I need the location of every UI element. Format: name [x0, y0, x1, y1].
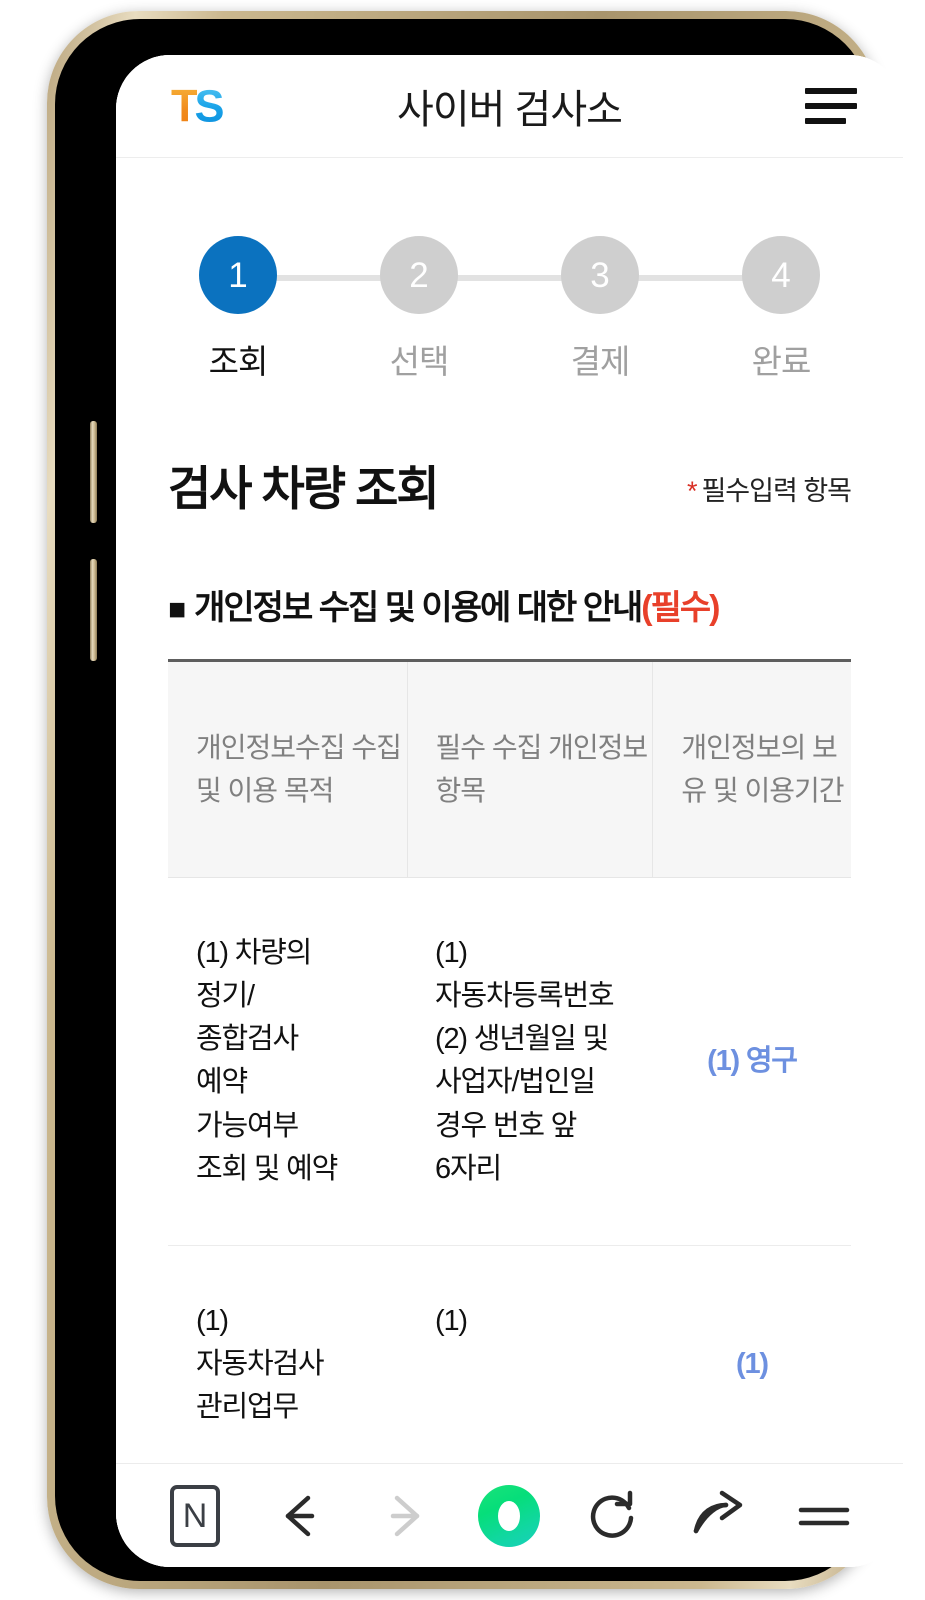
site-title: 사이버 검사소	[397, 88, 623, 132]
hamburger-line	[805, 118, 846, 124]
ts-logo[interactable]: TS	[171, 80, 225, 132]
reload-icon	[591, 1490, 634, 1538]
page-title-row: 검사 차량 조회 * 필수입력 항목	[168, 462, 852, 515]
cell-purpose: (1) 자동차검사 관리업무	[168, 1245, 408, 1463]
arrow-left-icon	[285, 1495, 315, 1536]
share-arrow-icon	[693, 1490, 743, 1533]
step-item-2[interactable]: 2 선택	[355, 236, 483, 383]
page-body: 1 조회 2 선택 3 결제 4 완료 검사 차량 조회 * 필수입력 항목 ■…	[116, 158, 903, 1463]
cell-period: (1)	[652, 1245, 851, 1463]
browser-toolbar: N	[116, 1463, 903, 1567]
step-item-1[interactable]: 1 조회	[174, 236, 302, 383]
naver-app-button[interactable]: N	[158, 1479, 232, 1553]
step-label-3: 결제	[570, 343, 631, 380]
privacy-section-heading: ■ 개인정보 수집 및 이용에 대한 안내(필수)	[168, 580, 851, 629]
cell-items: (1)	[407, 1245, 653, 1463]
volume-down-button[interactable]	[90, 559, 97, 661]
table-row: (1) 자동차검사 관리업무 (1) (1)	[168, 1245, 851, 1463]
step-label-2: 선택	[389, 343, 450, 380]
step-circle-4: 4	[742, 236, 820, 314]
hamburger-line	[805, 88, 857, 94]
volume-up-button[interactable]	[90, 421, 97, 523]
table-header-purpose: 개인정보수집 수집 및 이용 목적	[168, 659, 408, 878]
browser-menu-button[interactable]	[787, 1479, 861, 1553]
square-bullet-icon: ■	[168, 593, 186, 626]
table-header-items: 필수 수집 개인정보 항목	[407, 659, 654, 878]
browser-hamburger-icon	[798, 1507, 850, 1525]
required-note-text: 필수입력 항목	[701, 476, 852, 506]
step-item-4[interactable]: 4 완료	[717, 236, 845, 383]
phone-frame: TS 사이버 검사소 1 조회 2 선택 3 결제 4 완료 검사 차량 조회 …	[47, 11, 903, 1589]
step-circle-3: 3	[561, 236, 639, 314]
share-button[interactable]	[682, 1479, 756, 1553]
cell-items: (1) 자동차등록번호 (2) 생년월일 및 사업자/법인일 경우 번호 앞 6…	[407, 877, 653, 1247]
naver-circle-hole	[498, 1500, 521, 1531]
required-field-note: * 필수입력 항목	[686, 469, 852, 512]
hamburger-line	[805, 103, 857, 109]
page-title: 검사 차량 조회	[168, 462, 440, 515]
back-button[interactable]	[263, 1479, 337, 1553]
site-header: TS 사이버 검사소	[116, 55, 903, 158]
phone-screen: TS 사이버 검사소 1 조회 2 선택 3 결제 4 완료 검사 차량 조회 …	[116, 55, 903, 1567]
app-root: TS 사이버 검사소 1 조회 2 선택 3 결제 4 완료 검사 차량 조회 …	[116, 55, 903, 1567]
naver-home-button[interactable]	[472, 1479, 546, 1553]
step-circle-2: 2	[380, 236, 458, 314]
cell-purpose: (1) 차량의 정기/ 종합검사 예약 가능여부 조회 및 예약	[168, 877, 408, 1247]
cell-period: (1) 영구	[652, 877, 851, 1247]
required-asterisk: *	[686, 476, 697, 506]
naver-n-icon: N	[170, 1484, 220, 1547]
step-item-3[interactable]: 3 결제	[536, 236, 664, 383]
ts-logo-s: S	[194, 80, 225, 132]
privacy-heading-required: (필수)	[641, 589, 720, 627]
table-header-period: 개인정보의 보유 및 이용기간	[652, 659, 851, 878]
privacy-heading-text: 개인정보 수집 및 이용에 대한 안내	[194, 589, 643, 627]
stepper-track	[244, 275, 775, 281]
step-label-4: 완료	[751, 343, 812, 380]
ts-logo-t: T	[171, 80, 198, 132]
privacy-consent-table: 개인정보수집 수집 및 이용 목적 필수 수집 개인정보 항목 개인정보의 보유…	[168, 659, 851, 1463]
forward-button[interactable]	[368, 1479, 442, 1553]
step-label-1: 조회	[208, 343, 269, 380]
step-circle-1: 1	[199, 236, 277, 314]
arrow-right-icon	[390, 1495, 419, 1536]
progress-stepper: 1 조회 2 선택 3 결제 4 완료	[168, 236, 851, 383]
hamburger-menu-icon[interactable]	[805, 88, 857, 124]
reload-button[interactable]	[577, 1479, 651, 1553]
table-header-row: 개인정보수집 수집 및 이용 목적 필수 수집 개인정보 항목 개인정보의 보유…	[168, 659, 851, 878]
naver-green-circle-icon	[478, 1484, 541, 1547]
table-row: (1) 차량의 정기/ 종합검사 예약 가능여부 조회 및 예약 (1) 자동차…	[168, 877, 851, 1247]
